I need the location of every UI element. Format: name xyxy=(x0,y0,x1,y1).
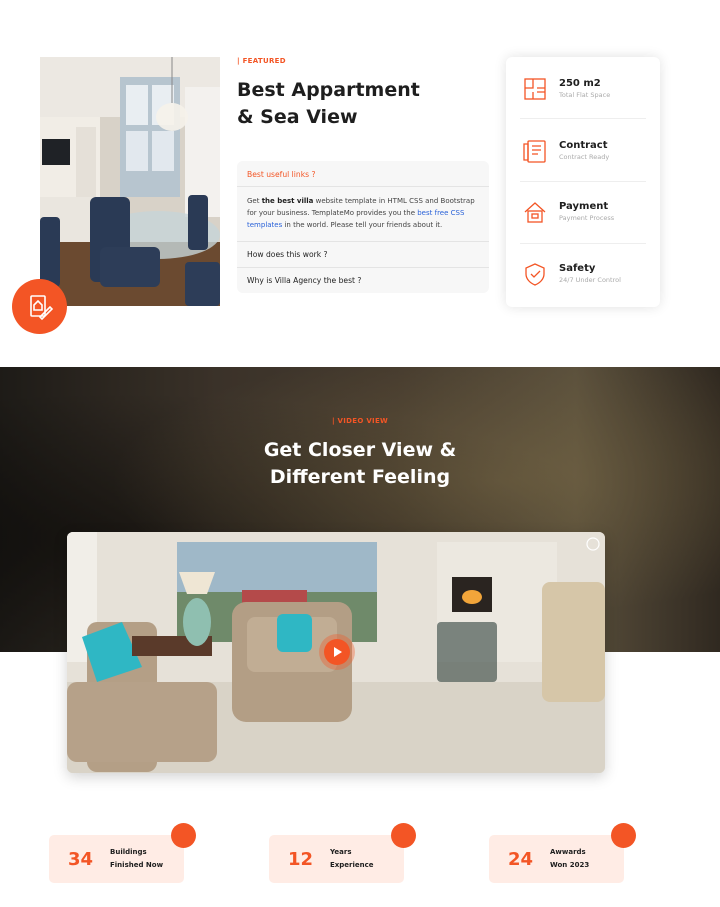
counter-number: 24 xyxy=(508,848,534,870)
counter-number: 34 xyxy=(68,848,94,870)
counter-awards: 24 Awwards Won 2023 xyxy=(489,823,636,883)
info-subtitle: Total Flat Space xyxy=(559,91,611,99)
counter-label-line1: Buildings xyxy=(110,848,147,856)
play-button-circle xyxy=(324,639,350,665)
info-item-space: 250 m2 Total Flat Space xyxy=(520,65,646,113)
floor-plan-icon xyxy=(520,74,550,104)
accordion-item-how-it-works[interactable]: How does this work ? xyxy=(237,242,489,268)
info-item-safety: Safety 24/7 Under Control xyxy=(520,250,646,298)
info-title: Contract xyxy=(559,140,608,151)
counter-label-line1: Awwards xyxy=(550,848,586,856)
featured-title-line1: Best Appartment xyxy=(237,79,420,101)
counter-label-line2: Finished Now xyxy=(110,861,164,869)
body-bold: the best villa xyxy=(261,197,314,205)
counter-label-line2: Won 2023 xyxy=(550,861,590,869)
video-title-line2: Different Feeling xyxy=(269,466,451,488)
info-subtitle: Contract Ready xyxy=(559,153,610,161)
counter-label-line1: Years xyxy=(330,848,352,856)
accordion-item-useful-links[interactable]: Best useful links ? xyxy=(237,161,489,187)
accordion-item-why-best[interactable]: Why is Villa Agency the best ? xyxy=(237,268,489,293)
featured-badge-icon xyxy=(12,279,67,334)
info-subtitle: Payment Process xyxy=(559,214,615,222)
info-item-payment: Payment Payment Process xyxy=(520,188,646,236)
counter-buildings: 34 Buildings Finished Now xyxy=(49,823,196,883)
counter-dot xyxy=(391,823,416,848)
safety-icon xyxy=(520,259,550,289)
contract-icon xyxy=(520,136,550,166)
counter-number: 12 xyxy=(288,848,314,870)
divider xyxy=(520,243,646,244)
divider xyxy=(520,181,646,182)
featured-title: Best Appartment & Sea View xyxy=(237,77,477,131)
accordion-body: Get the best villa website template in H… xyxy=(237,187,489,242)
payment-icon xyxy=(520,197,550,227)
featured-tag: | FEATURED xyxy=(237,57,286,65)
video-title: Get Closer View & Different Feeling xyxy=(0,437,720,491)
counter-years: 12 Years Experience xyxy=(269,823,416,883)
video-title-line1: Get Closer View & xyxy=(263,439,457,461)
counter-dot xyxy=(611,823,636,848)
info-title: Payment xyxy=(559,201,609,212)
property-info-card: 250 m2 Total Flat Space Contract Contrac… xyxy=(506,57,660,307)
play-icon xyxy=(334,647,342,657)
featured-title-line2: & Sea View xyxy=(237,106,358,128)
featured-apartment-image xyxy=(40,57,220,306)
info-subtitle: 24/7 Under Control xyxy=(559,276,621,284)
video-tag: | VIDEO VIEW xyxy=(331,417,389,425)
body-prefix: Get xyxy=(247,197,262,205)
info-item-contract: Contract Contract Ready xyxy=(520,127,646,175)
divider xyxy=(520,118,646,119)
counter-label-line2: Experience xyxy=(330,861,374,869)
counter-dot xyxy=(171,823,196,848)
info-title: 250 m2 xyxy=(559,78,601,89)
info-title: Safety xyxy=(559,263,596,274)
play-video-button[interactable] xyxy=(319,634,355,670)
faq-accordion: Best useful links ? Get the best villa w… xyxy=(237,161,489,293)
body-suffix: in the world. Please tell your friends a… xyxy=(282,221,443,229)
